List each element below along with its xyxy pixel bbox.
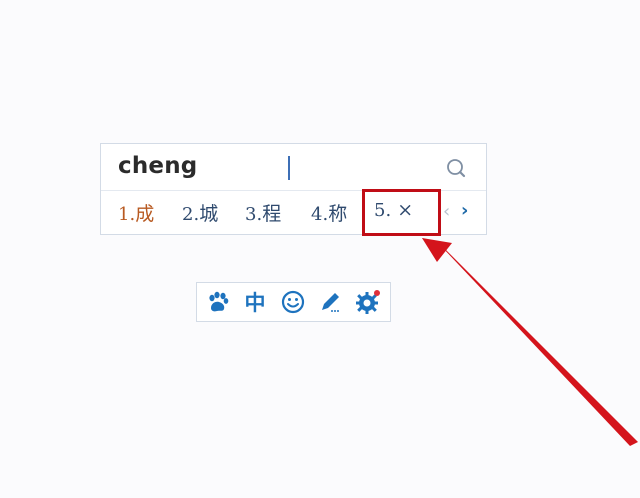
gear-icon[interactable] <box>354 289 382 315</box>
annotation-arrow <box>422 238 638 446</box>
ime-toolbar: 中 <box>196 282 391 322</box>
pen-icon[interactable] <box>316 289 344 315</box>
smiley-icon[interactable] <box>279 289 307 315</box>
chinese-mode-toggle[interactable]: 中 <box>241 289 269 315</box>
paw-icon[interactable] <box>204 289 232 315</box>
chinese-mode-label: 中 <box>244 291 266 315</box>
